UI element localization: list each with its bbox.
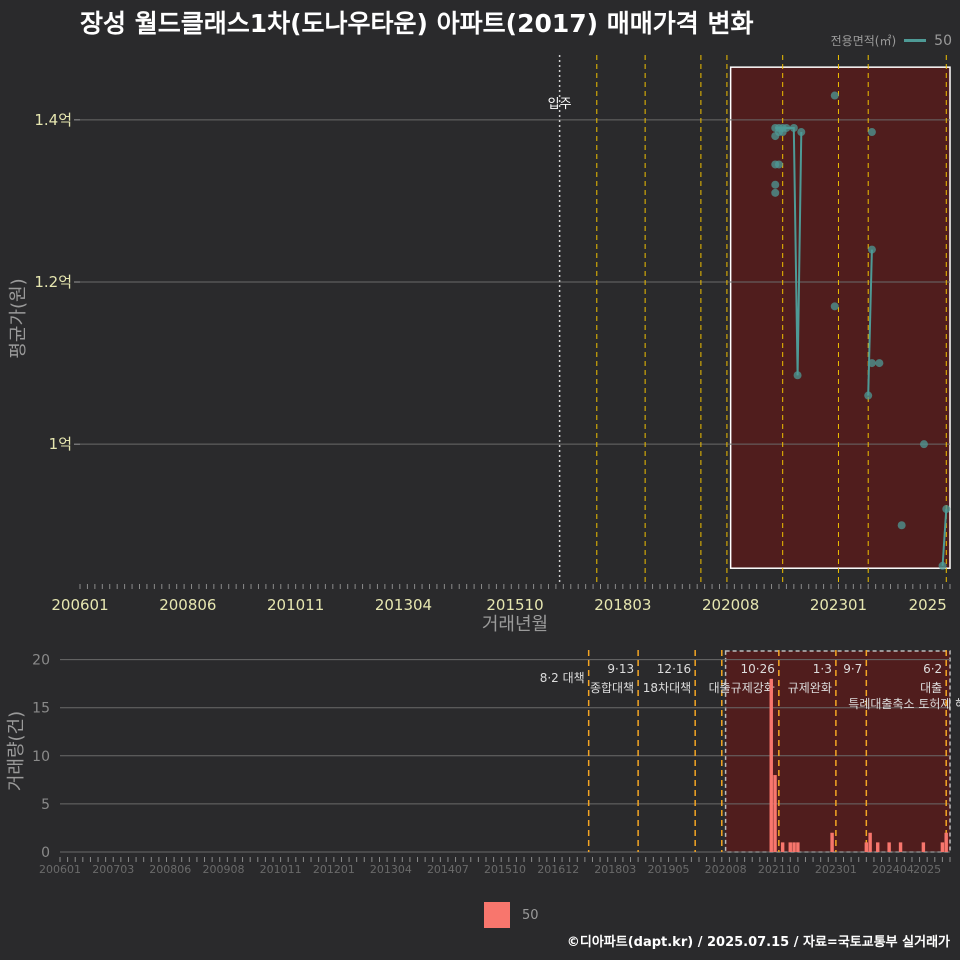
- policy-label-date: 9·7: [843, 662, 862, 676]
- policy-label-name: 대출규제강화: [709, 681, 775, 695]
- price-x-tick-label: 201510: [486, 596, 543, 614]
- price-point: [797, 128, 806, 137]
- volume-x-tick-label: 200601: [39, 863, 81, 876]
- price-point: [867, 359, 876, 368]
- volume-bar: [792, 842, 796, 852]
- price-x-tick-label: 201304: [375, 596, 432, 614]
- volume-x-tick-label: 202301: [815, 863, 857, 876]
- policy-label-name: 대출: [920, 681, 942, 695]
- volume-bar: [944, 832, 948, 852]
- volume-y-tick-label: 20: [32, 653, 50, 669]
- volume-x-tick-label: 202110: [758, 863, 800, 876]
- price-point: [897, 521, 906, 530]
- movein-label: 입주: [548, 97, 572, 112]
- chart-canvas: 1억1.2억1.4억입주200601 200806 201011 201304 2015…: [6, 55, 960, 876]
- price-y-axis-title: 평균가(원): [8, 278, 29, 358]
- volume-bar: [773, 775, 777, 852]
- volume-x-tick-label: 201612: [537, 863, 579, 876]
- volume-bar: [868, 832, 872, 852]
- policy-label-date: 1·3: [813, 662, 832, 676]
- price-point: [942, 505, 951, 514]
- policy-label-date: 12·16: [657, 662, 691, 676]
- volume-y-tick-label: 5: [41, 797, 50, 813]
- volume-y-tick-label: 15: [32, 701, 50, 717]
- volume-x-tick-label: 202008: [705, 863, 747, 876]
- volume-x-tick-label: 201803: [594, 863, 636, 876]
- policy-label-date: 10·26: [740, 662, 774, 676]
- volume-x-tick-label: 201510: [484, 863, 526, 876]
- policy-label-name: 특례대출축소 토허제 해: [848, 697, 960, 711]
- price-point: [919, 440, 928, 449]
- policy-label-name: 규제완화: [788, 681, 832, 695]
- price-point: [789, 123, 798, 132]
- volume-x-tick-label: 200908: [203, 863, 245, 876]
- volume-x-tick-label: 201407: [427, 863, 469, 876]
- price-point: [830, 302, 839, 311]
- price-x-tick-label: 201803: [594, 596, 651, 614]
- price-y-tick-label: 1.2억: [34, 273, 72, 291]
- price-point: [793, 371, 802, 380]
- price-y-tick-label: 1억: [49, 435, 72, 453]
- price-x-axis-title: 거래년월: [482, 614, 548, 635]
- volume-x-tick-label: 201304: [370, 863, 412, 876]
- volume-bar: [796, 842, 800, 852]
- price-point: [867, 245, 876, 254]
- price-x-tick-label: 201011: [267, 596, 324, 614]
- price-point: [771, 180, 780, 189]
- price-x-tick-label: 202008: [702, 596, 759, 614]
- price-point: [938, 561, 947, 570]
- volume-x-tick-label: 202404: [872, 863, 914, 876]
- volume-bar: [780, 842, 785, 852]
- price-point: [782, 123, 791, 132]
- volume-y-axis-title: 거래량(건): [6, 711, 27, 791]
- price-x-tick-label: 202301: [810, 596, 867, 614]
- price-x-tick-label: 200601: [51, 596, 108, 614]
- caption: ©디아파트(dapt.kr) / 2025.07.15 / 자료=국토교통부 실…: [566, 935, 950, 950]
- volume-bar: [898, 842, 903, 852]
- price-point: [864, 391, 873, 400]
- price-point: [867, 128, 876, 137]
- legend-bottom: 50: [484, 902, 539, 928]
- volume-bar: [940, 842, 945, 852]
- price-x-tick-label: 200806: [159, 596, 216, 614]
- volume-bar: [769, 678, 773, 852]
- volume-y-tick-label: 10: [32, 749, 50, 765]
- policy-label-name: 18차대책: [643, 680, 691, 695]
- price-point: [830, 91, 839, 100]
- volume-bar: [788, 842, 792, 852]
- price-y-tick-label: 1.4억: [34, 111, 72, 129]
- volume-bar: [921, 842, 926, 852]
- volume-x-tick-label: 201011: [260, 863, 302, 876]
- price-x-tick-label: 2025: [909, 596, 947, 614]
- volume-bar: [876, 842, 880, 852]
- legend-bottom-label: 50: [522, 907, 539, 923]
- price-point: [771, 188, 780, 197]
- volume-x-tick-label: 200806: [149, 863, 191, 876]
- policy-label-date: 8·2 대책: [540, 670, 585, 685]
- policy-label-name: 종합대책: [590, 680, 634, 695]
- policy-label-date: 9·13: [607, 662, 634, 676]
- legend-bar-swatch: [484, 902, 510, 928]
- volume-x-tick-label: 2025: [913, 863, 941, 876]
- policy-label-date: 6·2: [923, 662, 942, 676]
- volume-y-tick-label: 0: [41, 845, 50, 861]
- volume-x-tick-label: 201201: [313, 863, 355, 876]
- volume-x-tick-label: 200703: [92, 863, 134, 876]
- volume-bar: [864, 842, 869, 852]
- volume-bar: [887, 842, 891, 852]
- highlight-box: [729, 66, 951, 569]
- volume-bar: [830, 832, 834, 852]
- price-point: [875, 359, 884, 368]
- price-point: [774, 160, 783, 169]
- volume-x-tick-label: 201905: [648, 863, 690, 876]
